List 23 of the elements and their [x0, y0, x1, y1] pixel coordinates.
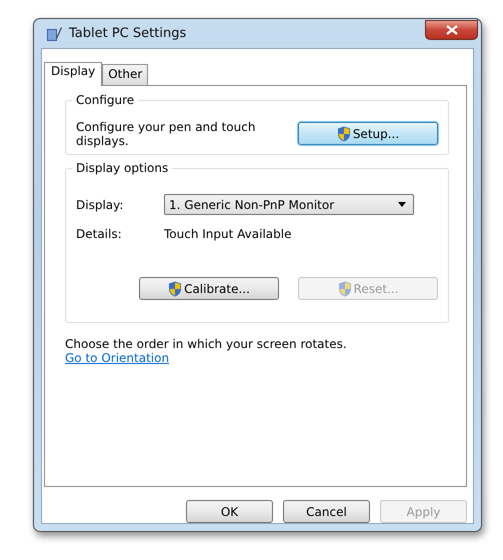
- dropdown-arrow-icon: [398, 202, 406, 207]
- tablet-pen-icon: [46, 26, 62, 42]
- shield-icon: [336, 126, 351, 142]
- shield-icon: [338, 280, 352, 296]
- close-button[interactable]: [425, 20, 478, 40]
- display-dropdown[interactable]: 1. Generic Non-PnP Monitor: [164, 194, 414, 215]
- description-text: Configure your pen and touch displays.: [76, 120, 256, 148]
- details-value: Touch Input Available: [164, 227, 292, 241]
- tab[interactable]: Other: [102, 64, 148, 85]
- action-button[interactable]: Setup...: [298, 122, 438, 145]
- group-title: Display options: [72, 161, 172, 175]
- tab[interactable]: Display: [44, 62, 102, 86]
- action-button[interactable]: Calibrate...: [139, 277, 279, 300]
- action-button[interactable]: OK: [186, 500, 273, 523]
- shield-icon: [168, 280, 182, 296]
- field-label: Display:: [76, 198, 124, 212]
- orientation-text: Choose the order in which your screen rotates.: [65, 337, 348, 351]
- orientation-link[interactable]: Go to Orientation: [65, 351, 170, 365]
- close-icon: [446, 25, 458, 35]
- action-button[interactable]: Cancel: [283, 500, 370, 523]
- window-title: Tablet PC Settings: [69, 26, 186, 41]
- field-label: Details:: [76, 227, 123, 241]
- group-title: Configure: [72, 93, 138, 107]
